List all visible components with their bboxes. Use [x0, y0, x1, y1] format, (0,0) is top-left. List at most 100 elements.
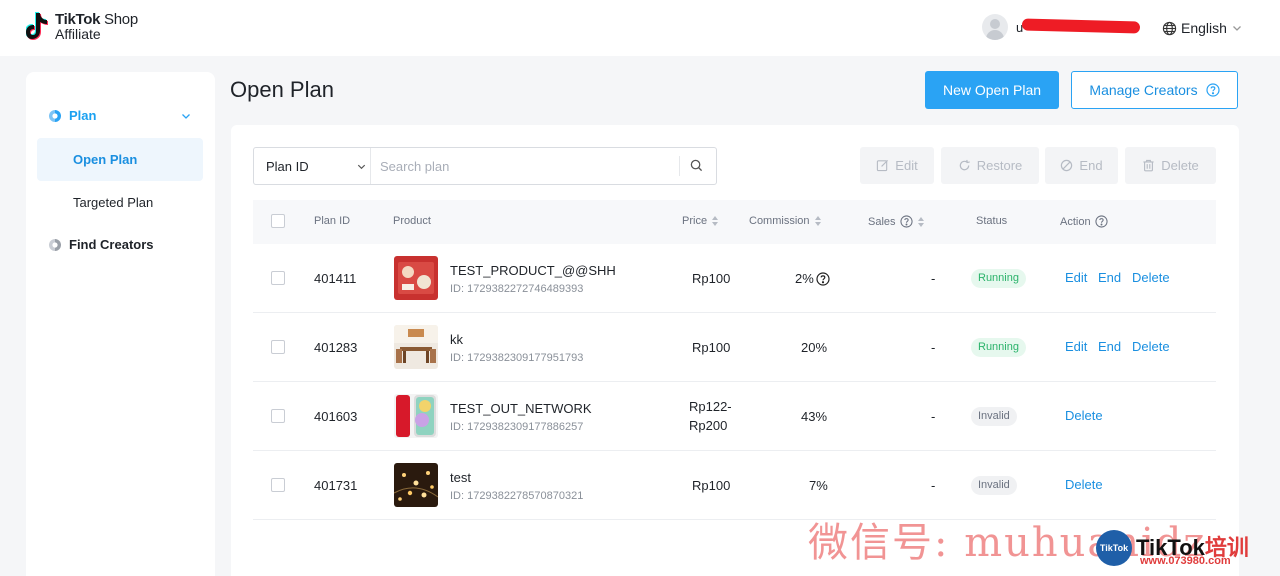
- row-delete-link[interactable]: Delete: [1065, 477, 1103, 492]
- price-max: Rp200: [689, 418, 728, 433]
- globe-icon: [1162, 21, 1177, 35]
- commission-value: 2%: [795, 271, 814, 286]
- end-button[interactable]: End: [1045, 147, 1118, 184]
- col-status: Status: [976, 215, 1008, 227]
- brand-line-2: Affiliate: [55, 26, 101, 42]
- col-price-label: Price: [682, 215, 708, 227]
- product-id: ID: 1729382272746489393: [450, 283, 584, 295]
- row-edit-link[interactable]: Edit: [1065, 270, 1087, 285]
- commission: 20%: [801, 340, 828, 355]
- product-name[interactable]: TEST_OUT_NETWORK: [450, 401, 592, 416]
- plan-id: 401731: [314, 478, 358, 493]
- row-checkbox[interactable]: [271, 478, 285, 492]
- status-badge: Invalid: [971, 407, 1017, 426]
- help-circle-icon: [1094, 215, 1108, 228]
- delete-label: Delete: [1161, 158, 1199, 173]
- plans-card: Plan ID Edit Restore End Delete Plan ID …: [231, 125, 1239, 576]
- sidebar-item-find-creators[interactable]: Find Creators: [48, 237, 154, 252]
- watermark-logo-circle: TikTok: [1096, 530, 1132, 566]
- sidebar-group-plan[interactable]: Plan: [48, 108, 190, 123]
- edit-icon: [877, 159, 889, 172]
- col-commission-label: Commission: [749, 215, 810, 227]
- sidebar-item-open-plan[interactable]: Open Plan: [37, 138, 203, 181]
- sidebar-item-targeted-plan[interactable]: Targeted Plan: [37, 181, 203, 224]
- table-row: 401603 TEST_OUT_NETWORK ID: 172938230917…: [253, 382, 1216, 451]
- row-checkbox[interactable]: [271, 409, 285, 423]
- product-thumbnail: [394, 256, 438, 300]
- status-badge: Running: [971, 338, 1026, 357]
- page-title: Open Plan: [230, 77, 334, 102]
- col-action-label: Action: [1060, 215, 1091, 228]
- manage-creators-button[interactable]: Manage Creators: [1071, 71, 1238, 109]
- product-thumbnail: [394, 325, 438, 369]
- product-id: ID: 1729382309177951793: [450, 352, 584, 364]
- sort-icon: [917, 216, 924, 227]
- row-checkbox[interactable]: [271, 271, 285, 285]
- restore-label: Restore: [976, 158, 1023, 173]
- sales: -: [931, 271, 936, 286]
- table-row: 401283 kk ID: 1729382309177951793 Rp100 …: [253, 313, 1216, 382]
- help-circle-icon[interactable]: [816, 271, 830, 286]
- col-price[interactable]: Price: [682, 215, 719, 227]
- restore-button[interactable]: Restore: [941, 147, 1039, 184]
- redaction-mark: [1021, 18, 1141, 34]
- table-header: Plan ID Product Price Commission Sales S…: [253, 200, 1216, 244]
- sales: -: [931, 409, 936, 424]
- search-icon[interactable]: [690, 159, 703, 172]
- edit-button[interactable]: Edit: [860, 147, 934, 184]
- product-thumbnail: [394, 463, 438, 507]
- end-label: End: [1079, 158, 1103, 173]
- sidebar: Plan Open Plan Targeted Plan Find Creato…: [26, 72, 215, 576]
- trash-icon: [1143, 159, 1154, 172]
- user-menu[interactable]: u: [982, 14, 1142, 42]
- sort-icon: [712, 216, 719, 226]
- row-end-link[interactable]: End: [1098, 339, 1121, 354]
- row-checkbox[interactable]: [271, 340, 285, 354]
- select-all-checkbox[interactable]: [271, 214, 285, 228]
- plan-search: Plan ID: [253, 147, 717, 185]
- sales: -: [931, 478, 936, 493]
- commission: 7%: [809, 478, 828, 493]
- help-circle-icon: [899, 215, 913, 228]
- top-header: TikTok Shop Affiliate u English: [0, 0, 1280, 56]
- chevron-down-icon[interactable]: [356, 161, 367, 172]
- col-sales[interactable]: Sales: [868, 215, 925, 228]
- row-delete-link[interactable]: Delete: [1132, 339, 1170, 354]
- price: Rp100: [692, 271, 731, 286]
- help-circle-icon: [1205, 83, 1220, 97]
- sales: -: [931, 340, 936, 355]
- col-sales-label: Sales: [868, 215, 896, 228]
- new-open-plan-button[interactable]: New Open Plan: [925, 71, 1059, 109]
- product-id: ID: 1729382278570870321: [450, 490, 584, 502]
- product-name[interactable]: test: [450, 470, 471, 485]
- tiktok-shop-affiliate-logo[interactable]: TikTok Shop Affiliate: [26, 10, 156, 42]
- tiktok-logo-icon: [26, 12, 48, 40]
- status-badge: Running: [971, 269, 1026, 288]
- col-action: Action: [1060, 215, 1108, 228]
- search-divider: [679, 156, 680, 176]
- search-input[interactable]: [380, 156, 670, 176]
- table-row: 401411 TEST_PRODUCT_@@SHH ID: 1729382272…: [253, 244, 1216, 313]
- price: Rp122-: [689, 399, 732, 414]
- row-delete-link[interactable]: Delete: [1065, 408, 1103, 423]
- select-divider: [370, 148, 371, 184]
- delete-button[interactable]: Delete: [1125, 147, 1216, 184]
- avatar-head: [990, 19, 1000, 29]
- language-switcher[interactable]: English: [1162, 18, 1243, 38]
- manage-creators-label: Manage Creators: [1089, 82, 1198, 98]
- end-icon: [1061, 159, 1073, 172]
- col-commission[interactable]: Commission: [749, 215, 822, 227]
- chevron-up-icon[interactable]: [180, 110, 192, 122]
- restore-icon: [959, 159, 970, 171]
- plan-id: 401283: [314, 340, 358, 355]
- avatar: [982, 14, 1008, 40]
- commission: 43%: [801, 409, 828, 424]
- avatar-body: [986, 30, 1004, 40]
- row-edit-link[interactable]: Edit: [1065, 339, 1087, 354]
- col-plan-id: Plan ID: [314, 215, 351, 227]
- product-name[interactable]: TEST_PRODUCT_@@SHH: [450, 263, 616, 278]
- search-field-select[interactable]: Plan ID: [266, 159, 309, 174]
- product-name[interactable]: kk: [450, 332, 463, 347]
- row-end-link[interactable]: End: [1098, 270, 1121, 285]
- row-delete-link[interactable]: Delete: [1132, 270, 1170, 285]
